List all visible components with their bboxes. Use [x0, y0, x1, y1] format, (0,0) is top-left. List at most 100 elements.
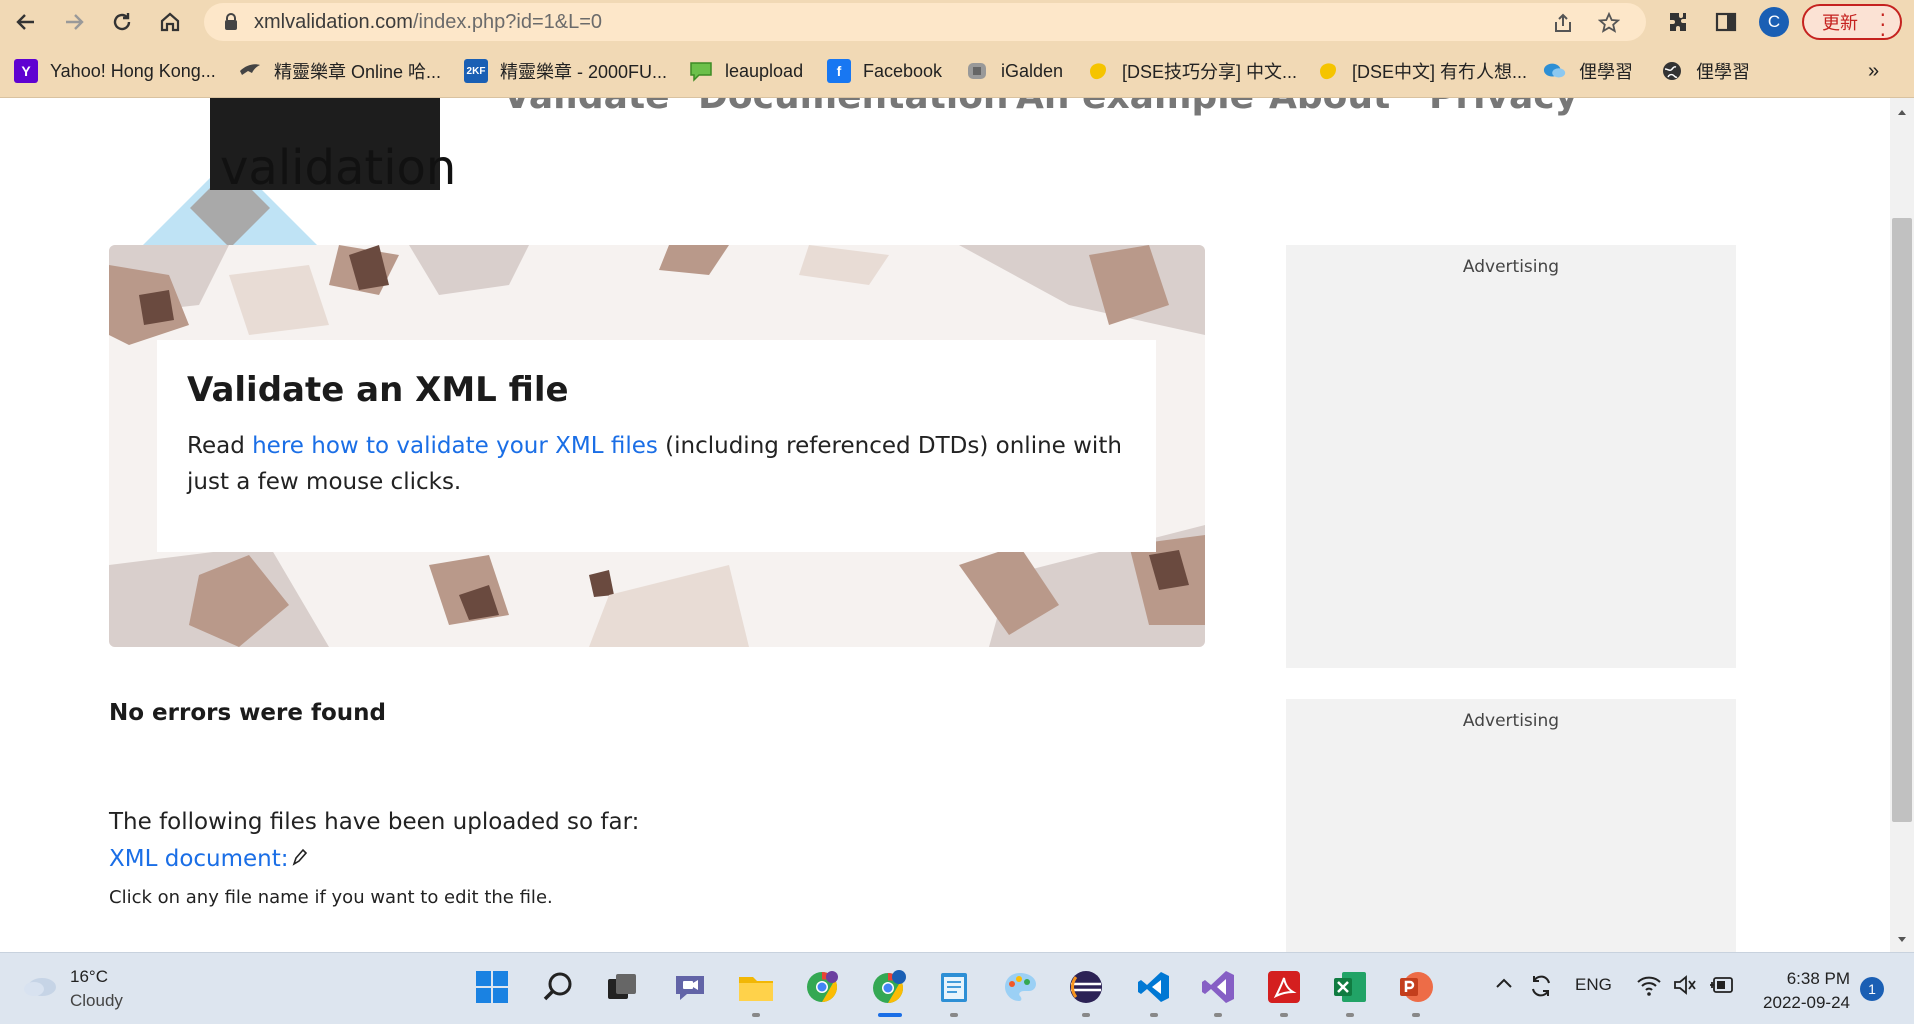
validate-help-link[interactable]: here how to validate your XML files [252, 433, 658, 459]
chrome-canary-icon[interactable] [802, 967, 842, 1007]
weather-description[interactable]: Cloudy [70, 991, 123, 1011]
chevron-up-icon[interactable] [1494, 975, 1514, 996]
update-button[interactable]: 更新 · · · [1802, 4, 1902, 45]
running-indicator [1082, 1013, 1090, 1017]
pencil-icon[interactable] [291, 847, 307, 873]
excel-icon[interactable] [1330, 967, 1370, 1007]
bookmark-item[interactable]: f Facebook [827, 58, 942, 84]
vscode-icon[interactable] [1134, 967, 1174, 1007]
file-explorer-icon[interactable] [736, 967, 776, 1007]
page-content: validation Validate Documentation An exa… [0, 98, 1890, 952]
address-bar[interactable]: xmlvalidation.com/index.php?id=1&L=0 [204, 3, 1646, 41]
clock-date: 2022-09-24 [1763, 993, 1850, 1012]
yellow-blob-icon [1316, 59, 1340, 83]
taskbar: 16°C Cloudy ENG 6:38 PM 2022-09-24 1 [0, 952, 1914, 1024]
lock-icon[interactable] [222, 12, 240, 36]
bookmark-label: 精靈樂章 Online 哈... [274, 62, 442, 82]
bookmark-label: iGalden [1001, 60, 1064, 81]
bookmark-item[interactable]: Y Yahoo! Hong Kong... [14, 58, 216, 84]
url-host: xmlvalidation.com [254, 11, 413, 33]
bookmark-label: 精靈樂章 - 2000FU... [500, 62, 668, 82]
share-icon[interactable] [1552, 12, 1574, 38]
cloud-icon[interactable] [20, 971, 60, 1003]
chrome-icon[interactable] [869, 967, 909, 1007]
bookmark-item[interactable]: iGalden [965, 58, 1063, 84]
advertising-box-1: Advertising [1286, 245, 1736, 668]
notification-badge[interactable]: 1 [1860, 977, 1884, 1001]
volume-muted-icon[interactable] [1672, 973, 1698, 1002]
bookmark-label: Yahoo! Hong Kong... [50, 60, 216, 81]
nav-validate[interactable]: Validate [503, 98, 670, 117]
acrobat-icon[interactable] [1264, 967, 1304, 1007]
nav-documentation[interactable]: Documentation [698, 98, 1009, 117]
weather-temperature[interactable]: 16°C [70, 967, 108, 987]
advertising-box-2: Advertising [1286, 699, 1736, 952]
running-indicator [1150, 1013, 1158, 1017]
hero-text-before: Read [187, 433, 253, 459]
bookmarks-bar: Y Yahoo! Hong Kong... 精靈樂章 Online 哈... 2… [0, 44, 1914, 98]
search-icon[interactable] [538, 967, 578, 1007]
running-indicator [950, 1013, 958, 1017]
bookmark-item[interactable]: 精靈樂章 Online 哈... [238, 58, 441, 84]
yahoo-icon: Y [14, 59, 38, 83]
scroll-up-icon[interactable] [1890, 102, 1914, 122]
bookmark-label: [DSE中文] 有冇人想... [1352, 62, 1528, 82]
bookmark-label: [DSE技巧分享] 中文... [1122, 62, 1298, 82]
update-label: 更新 [1822, 13, 1858, 34]
start-icon[interactable] [472, 967, 512, 1007]
nav-privacy[interactable]: Privacy [1429, 98, 1578, 117]
scroll-down-icon[interactable] [1890, 930, 1914, 950]
active-indicator [878, 1013, 902, 1017]
hero-card: Validate an XML file Read here how to va… [157, 340, 1156, 552]
running-indicator [752, 1013, 760, 1017]
home-icon[interactable] [156, 8, 184, 36]
wifi-icon[interactable] [1636, 973, 1662, 1002]
back-icon[interactable] [12, 8, 40, 36]
globe-icon [1660, 59, 1684, 83]
url-path: /index.php?id=1&L=0 [412, 11, 603, 33]
extensions-icon[interactable] [1664, 8, 1692, 36]
running-indicator [1346, 1013, 1354, 1017]
eclipse-icon[interactable] [1066, 967, 1106, 1007]
bookmark-item[interactable]: 2KF 精靈樂章 - 2000FU... [464, 58, 667, 84]
teams-chat-icon[interactable] [670, 967, 710, 1007]
nav-an-example[interactable]: An example [1016, 98, 1254, 117]
running-indicator [1280, 1013, 1288, 1017]
bookmark-item[interactable]: [DSE中文] 有冇人想... [1316, 58, 1527, 84]
more-bookmarks-icon[interactable]: » [1868, 58, 1879, 84]
menu-dots-icon[interactable]: · · · [1880, 5, 1886, 45]
task-view-icon[interactable] [602, 967, 642, 1007]
bookmark-label: 俚學習 [1696, 62, 1750, 82]
battery-icon[interactable] [1708, 973, 1736, 1002]
reload-icon[interactable] [108, 8, 136, 36]
advertising-label: Advertising [1462, 257, 1560, 277]
visual-studio-icon[interactable] [1198, 967, 1238, 1007]
bookmark-item[interactable]: 俚學習 [1543, 58, 1633, 84]
scroll-thumb[interactable] [1892, 218, 1912, 822]
xml-document-label: XML document: [109, 846, 289, 872]
bookmark-star-icon[interactable] [1597, 11, 1621, 38]
validation-status: No errors were found [109, 700, 386, 726]
side-panel-icon[interactable] [1712, 8, 1740, 36]
forward-icon[interactable] [60, 8, 88, 36]
powerpoint-icon[interactable] [1396, 967, 1436, 1007]
nav-about[interactable]: About [1269, 98, 1390, 117]
facebook-icon: f [827, 59, 851, 83]
profile-avatar[interactable]: C [1759, 7, 1789, 37]
system-clock[interactable]: 6:38 PM 2022-09-24 [1740, 967, 1850, 1015]
bookmark-item[interactable]: 俚學習 [1660, 58, 1750, 84]
notepad-icon[interactable] [934, 967, 974, 1007]
sync-icon[interactable] [1528, 973, 1554, 1004]
language-indicator[interactable]: ENG [1575, 975, 1612, 995]
bookmark-item[interactable]: [DSE技巧分享] 中文... [1086, 58, 1297, 84]
xml-document-link[interactable]: XML document: [109, 846, 307, 873]
2kf-icon: 2KF [464, 59, 488, 83]
files-intro-text: The following files have been uploaded s… [109, 809, 640, 835]
advertising-label: Advertising [1462, 711, 1560, 731]
running-indicator [1214, 1013, 1222, 1017]
bookmark-label: leaupload [725, 60, 804, 81]
bookmark-item[interactable]: leaupload [689, 58, 803, 84]
paint-icon[interactable] [1000, 967, 1040, 1007]
igalden-icon [965, 59, 989, 83]
browser-toolbar: xmlvalidation.com/index.php?id=1&L=0 C 更… [0, 0, 1914, 45]
